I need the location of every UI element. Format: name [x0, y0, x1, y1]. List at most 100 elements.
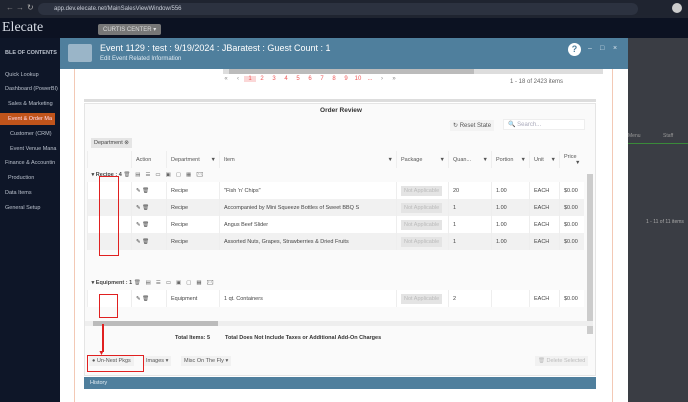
misc-on-the-fly-dropdown[interactable]: Misc On The Fly ▾ — [181, 356, 232, 366]
package-cell[interactable]: Not Applicable — [401, 236, 443, 247]
delete-icon[interactable]: 🗑 — [142, 222, 149, 228]
modal-subtitle: Edit Event Related Information — [100, 56, 182, 62]
bg-summary: 1 - 11 of 11 items — [646, 219, 684, 225]
package-cell[interactable]: Not Applicable — [401, 185, 443, 196]
filter-icon[interactable]: ▼ — [521, 157, 526, 163]
splitter[interactable] — [84, 99, 596, 102]
delete-selected-button[interactable]: 🗑 Delete Selected — [535, 356, 589, 366]
images-dropdown[interactable]: Images ▾ — [143, 356, 172, 366]
sidebar-item-event-venue[interactable]: Event Venue Mana — [10, 146, 65, 152]
reset-state-button[interactable]: ↻ Reset State — [450, 120, 495, 131]
column-header[interactable]: Item ▼ — [219, 151, 397, 168]
page-8[interactable]: 8 — [328, 76, 340, 82]
package-cell[interactable]: Not Applicable — [401, 202, 443, 213]
column-header[interactable]: Action — [131, 151, 167, 168]
delete-icon[interactable]: 🗑 — [142, 239, 149, 245]
column-header[interactable]: Portion ▼ — [491, 151, 530, 168]
venue-select[interactable]: CURTIS CENTER ▾ — [98, 24, 162, 35]
sidebar-item-customer[interactable]: Customer (CRM) — [10, 131, 65, 137]
page-5[interactable]: 5 — [292, 76, 304, 82]
item-cell: Angus Beef Slider — [219, 216, 397, 233]
group-action-icons[interactable]: 🗑▤☰▭▣▢▦✉ — [123, 172, 208, 178]
department-cell: Equipment — [166, 290, 220, 307]
forward-icon[interactable]: → — [16, 3, 24, 12]
highlight-box — [99, 294, 118, 318]
page-1[interactable]: 1 — [244, 76, 256, 82]
select-all-checkbox[interactable] — [87, 151, 132, 168]
sidebar-item-sales[interactable]: Sales & Marketing — [8, 101, 63, 107]
column-header[interactable]: Unit ▼ — [529, 151, 560, 168]
filter-icon[interactable]: ▼ — [551, 157, 556, 163]
next-page-icon[interactable]: › — [376, 76, 388, 82]
delete-icon[interactable]: 🗑 — [142, 205, 149, 211]
filter-icon[interactable]: ▼ — [388, 157, 393, 163]
delete-icon[interactable]: 🗑 — [142, 296, 149, 302]
column-header[interactable]: Package ▼ — [396, 151, 449, 168]
reload-icon[interactable]: ↻ — [27, 3, 34, 12]
price-cell: $0.00 — [559, 199, 584, 216]
sidebar: BLE OF CONTENTS Quick Lookup Dashboard (… — [0, 38, 60, 402]
sidebar-item-data-items[interactable]: Data Items — [5, 190, 60, 196]
column-label: Department — [171, 156, 200, 163]
maximize-icon[interactable]: □ — [600, 45, 604, 52]
sidebar-item-production[interactable]: Production — [8, 175, 63, 181]
minimize-icon[interactable]: – — [588, 45, 592, 52]
edit-icon[interactable]: ✎ — [136, 296, 141, 302]
edit-icon[interactable]: ✎ — [136, 188, 141, 194]
column-header[interactable]: Department ▼ — [166, 151, 220, 168]
filter-icon[interactable]: ▼ — [211, 157, 216, 163]
group-chip-department[interactable]: Department ⊗ — [91, 138, 132, 148]
arrow-head-icon: ▼ — [98, 350, 105, 357]
column-header[interactable]: Price ▼ — [559, 151, 584, 168]
search-input[interactable]: 🔍 Search... — [503, 119, 585, 130]
vertical-scrollbar[interactable] — [587, 174, 593, 334]
close-icon[interactable]: × — [613, 45, 617, 52]
misc-label: Misc On The Fly — [184, 358, 224, 364]
filter-icon[interactable]: ▼ — [575, 160, 580, 166]
prev-page-icon[interactable]: ‹ — [232, 76, 244, 82]
last-page-icon[interactable]: » — [388, 76, 400, 82]
group-action-icons[interactable]: 🗑▤☰▭▣▢▦✉ — [134, 280, 219, 286]
sidebar-item-event-order[interactable]: Event & Order Ma — [0, 113, 55, 125]
department-cell: Recipe — [166, 233, 220, 250]
unit-cell: EACH — [529, 233, 560, 250]
reset-label: Reset State — [459, 123, 492, 129]
history-bar[interactable]: History — [84, 377, 596, 389]
page-9[interactable]: 9 — [340, 76, 352, 82]
filter-icon[interactable]: ▼ — [483, 157, 488, 163]
edit-icon[interactable]: ✎ — [136, 239, 141, 245]
sidebar-item-general-setup[interactable]: General Setup — [5, 205, 60, 211]
remove-chip-icon[interactable]: ⊗ — [124, 140, 129, 146]
highlight-box — [99, 176, 119, 256]
sidebar-item-dashboard[interactable]: Dashboard (PowerBI) — [5, 86, 60, 92]
package-cell[interactable]: Not Applicable — [401, 293, 443, 304]
page-...[interactable]: ... — [364, 76, 376, 82]
item-cell: "Fish 'n' Chips" — [219, 182, 397, 199]
back-icon[interactable]: ← — [6, 3, 14, 12]
horizontal-scrollbar[interactable] — [85, 321, 593, 326]
url-bar[interactable]: app.dev.elecate.net/MainSalesViewWindow/… — [38, 3, 638, 15]
total-items: Total Items: 5 — [175, 335, 211, 341]
edit-icon[interactable]: ✎ — [136, 205, 141, 211]
page-2[interactable]: 2 — [256, 76, 268, 82]
edit-icon[interactable]: ✎ — [136, 222, 141, 228]
logo: Elecate — [2, 20, 44, 35]
order-review-title: Order Review — [320, 107, 362, 114]
portion-cell: 1.00 — [491, 199, 530, 216]
first-page-icon[interactable]: « — [220, 76, 232, 82]
page-7[interactable]: 7 — [316, 76, 328, 82]
filter-icon[interactable]: ▼ — [440, 157, 445, 163]
page-4[interactable]: 4 — [280, 76, 292, 82]
sidebar-item-finance[interactable]: Finance & Accountin — [5, 160, 60, 166]
sidebar-item-quick-lookup[interactable]: Quick Lookup — [5, 72, 60, 78]
package-cell[interactable]: Not Applicable — [401, 219, 443, 230]
table-row: ✎ 🗑 Equipment 1 qt. Containers Not Applicab… — [87, 290, 584, 307]
page-6[interactable]: 6 — [304, 76, 316, 82]
page-10[interactable]: 10 — [352, 76, 364, 82]
page-3[interactable]: 3 — [268, 76, 280, 82]
help-icon[interactable]: ? — [568, 43, 581, 56]
profile-icon[interactable] — [672, 3, 682, 13]
column-header[interactable]: Quan... ▼ — [448, 151, 492, 168]
delete-icon[interactable]: 🗑 — [142, 188, 149, 194]
horizontal-scrollbar[interactable] — [223, 69, 603, 74]
